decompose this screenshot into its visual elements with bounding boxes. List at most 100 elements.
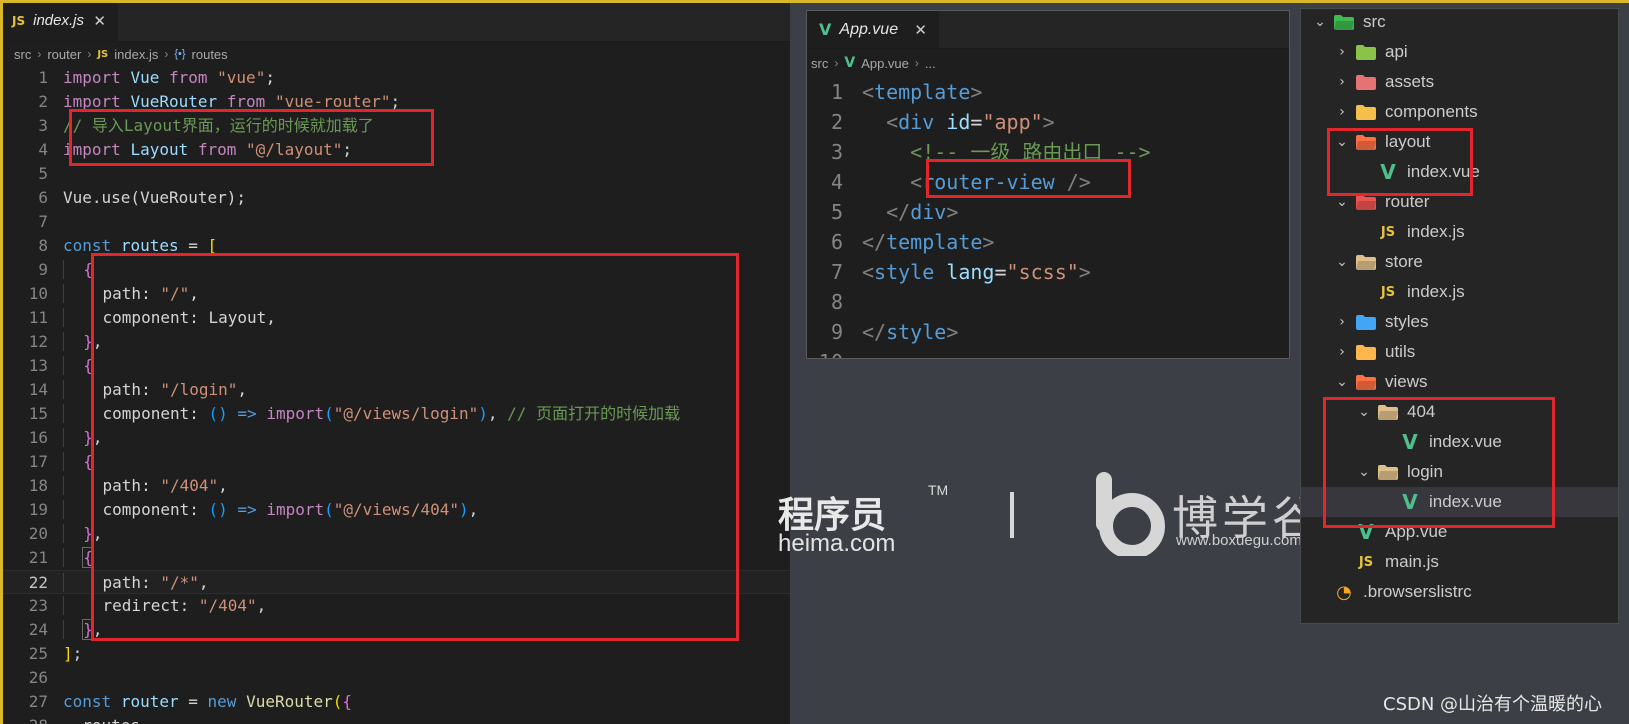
- code-line: 1 <template>: [807, 77, 1289, 107]
- breadcrumb-ellipsis[interactable]: ...: [925, 56, 936, 71]
- line-number: 17: [28, 452, 48, 471]
- line-number: 2: [830, 110, 843, 134]
- vue-file-icon: V: [819, 20, 832, 39]
- explorer-item-utils[interactable]: › utils: [1301, 337, 1618, 367]
- breadcrumb-src[interactable]: src: [811, 56, 828, 71]
- close-icon[interactable]: ✕: [914, 21, 927, 39]
- chevron-down-icon[interactable]: ⌄: [1333, 134, 1351, 150]
- explorer-item-label: .browserslistrc: [1363, 582, 1472, 601]
- explorer-item-src[interactable]: ⌄ src: [1301, 9, 1618, 37]
- chevron-right-icon: ›: [914, 56, 919, 70]
- explorer-item-assets[interactable]: › assets: [1301, 67, 1618, 97]
- code-line: 24 },: [0, 618, 790, 642]
- code-line: 4 <router-view />: [807, 167, 1289, 197]
- explorer-item-label: components: [1385, 102, 1478, 121]
- code-comment: // 导入Layout界面，运行的时候就加载了: [63, 116, 374, 135]
- explorer-item-layout[interactable]: ⌄ layout: [1301, 127, 1618, 157]
- vue-file-icon: V: [1402, 430, 1418, 454]
- explorer-item-label: index.vue: [1407, 162, 1480, 181]
- chevron-down-icon[interactable]: ⌄: [1333, 194, 1351, 210]
- folder-icon: [1377, 403, 1399, 421]
- explorer-item-index-vue[interactable]: Vindex.vue: [1301, 487, 1618, 517]
- tab-index-js[interactable]: JS index.js ✕: [0, 0, 118, 41]
- breadcrumb-router[interactable]: router: [47, 47, 81, 62]
- breadcrumb-app-vue[interactable]: App.vue: [861, 56, 909, 71]
- explorer-item-label: index.js: [1407, 282, 1465, 301]
- tab-app-vue[interactable]: V App.vue ✕: [807, 11, 939, 48]
- explorer-item-main-js[interactable]: JS main.js: [1301, 547, 1618, 577]
- folder-icon: [1355, 193, 1377, 211]
- chevron-down-icon[interactable]: ⌄: [1311, 14, 1329, 30]
- code-area[interactable]: 1 <template> 2 <div id="app"> 3 <!-- 一级 路…: [807, 77, 1289, 358]
- chevron-right-icon[interactable]: ›: [1333, 314, 1351, 330]
- line-number: 7: [830, 260, 843, 284]
- chevron-right-icon[interactable]: ›: [1333, 44, 1351, 60]
- explorer-item-router[interactable]: ⌄ router: [1301, 187, 1618, 217]
- chevron-down-icon[interactable]: ⌄: [1333, 374, 1351, 390]
- explorer-item-index-js[interactable]: JS index.js: [1301, 217, 1618, 247]
- line-number: 26: [28, 668, 48, 687]
- line-number: 8: [38, 236, 48, 255]
- explorer-item-components[interactable]: › components: [1301, 97, 1618, 127]
- js-file-icon: JS: [1380, 224, 1396, 240]
- line-number: 28: [0, 714, 60, 724]
- line-number: 12: [28, 332, 48, 351]
- explorer-item-index-vue[interactable]: Vindex.vue: [1301, 157, 1618, 187]
- explorer-item-label: 404: [1407, 402, 1436, 421]
- explorer-item-index-js[interactable]: JS index.js: [1301, 277, 1618, 307]
- explorer-item-label: views: [1385, 372, 1428, 391]
- line-number: 10: [28, 284, 48, 303]
- symbol-icon: {•}: [174, 48, 186, 60]
- folder-icon: [1355, 43, 1377, 61]
- breadcrumb-index-js[interactable]: index.js: [114, 47, 158, 62]
- explorer-item-label: App.vue: [1385, 522, 1448, 541]
- right-tab-bar: V App.vue ✕: [807, 11, 1289, 49]
- line-number: 5: [830, 200, 843, 224]
- explorer-item-label: index.vue: [1429, 432, 1502, 451]
- tab-label: App.vue: [839, 20, 899, 38]
- explorer-item-label: store: [1385, 252, 1423, 271]
- explorer-item-store[interactable]: ⌄ store: [1301, 247, 1618, 277]
- explorer-item-404[interactable]: ⌄ 404: [1301, 397, 1618, 427]
- chevron-right-icon[interactable]: ›: [1333, 344, 1351, 360]
- explorer-item-label: api: [1385, 42, 1408, 61]
- code-line: 7: [0, 210, 790, 234]
- line-number: 11: [28, 308, 48, 327]
- watermark-trademark: TM: [928, 482, 949, 498]
- explorer-item-styles[interactable]: › styles: [1301, 307, 1618, 337]
- explorer-item-views[interactable]: ⌄ views: [1301, 367, 1618, 397]
- chevron-right-icon: ›: [164, 47, 169, 61]
- chevron-right-icon: ›: [87, 47, 92, 61]
- chevron-right-icon[interactable]: ›: [1333, 104, 1351, 120]
- chevron-down-icon[interactable]: ⌄: [1355, 404, 1373, 420]
- folder-icon: [1355, 103, 1377, 121]
- watermark: 程序员 TM heima.com 博学谷 www.boxuegu.com: [778, 460, 1318, 570]
- explorer-item-index-vue[interactable]: Vindex.vue: [1301, 427, 1618, 457]
- line-number: 9: [38, 260, 48, 279]
- chevron-down-icon[interactable]: ⌄: [1333, 254, 1351, 270]
- folder-icon: [1377, 463, 1399, 481]
- code-line: 25];: [0, 642, 790, 666]
- code-line: 27 const router = new VueRouter({: [0, 690, 790, 714]
- explorer-item-app-vue[interactable]: V App.vue: [1301, 517, 1618, 547]
- explorer-item-label: assets: [1385, 72, 1435, 91]
- chevron-down-icon[interactable]: ⌄: [1355, 464, 1373, 480]
- code-line: 8 const routes = [: [0, 234, 790, 258]
- line-number: 19: [28, 500, 48, 519]
- breadcrumb-src[interactable]: src: [14, 47, 31, 62]
- explorer-item-browserslistrc[interactable]: ◔ .browserslistrc: [1301, 577, 1618, 607]
- chevron-right-icon[interactable]: ›: [1333, 74, 1351, 90]
- explorer-item-api[interactable]: › api: [1301, 37, 1618, 67]
- breadcrumb-routes[interactable]: routes: [192, 47, 228, 62]
- code-line: 23 redirect: "/404",: [0, 594, 790, 618]
- code-line: 26: [0, 666, 790, 690]
- explorer-item-label: router: [1385, 192, 1430, 211]
- explorer-item-login[interactable]: ⌄ login: [1301, 457, 1618, 487]
- line-number: 14: [28, 380, 48, 399]
- close-icon[interactable]: ✕: [93, 12, 106, 30]
- line-number: 25: [28, 644, 48, 663]
- code-area[interactable]: 1 import Vue from "vue"; 2 import VueRoute…: [0, 66, 790, 724]
- explorer-item-label: utils: [1385, 342, 1416, 361]
- line-number: 15: [28, 404, 48, 423]
- folder-icon: [1355, 253, 1377, 271]
